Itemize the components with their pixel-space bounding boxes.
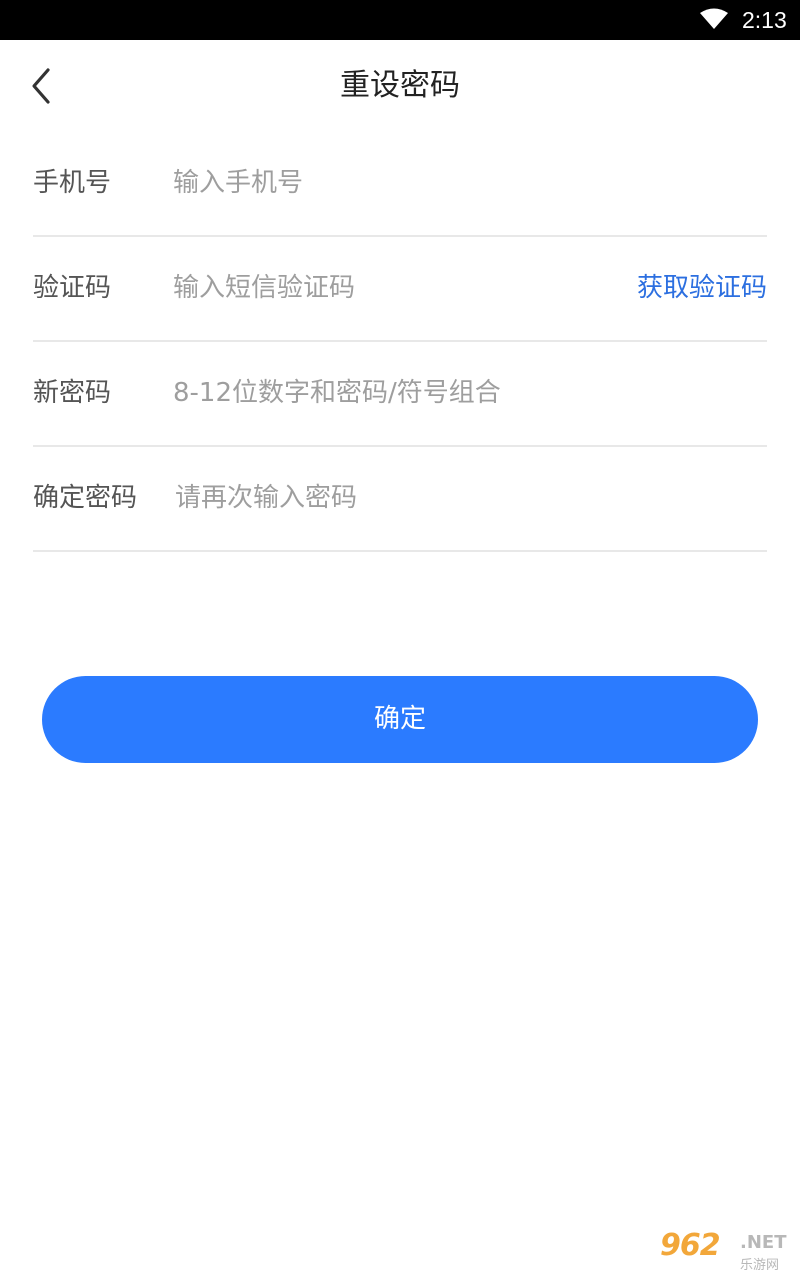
watermark-subtitle: 乐游网 [740,1258,780,1273]
new-password-label: 新密码 [33,378,112,408]
status-bar: 2:13 [0,0,800,40]
confirm-password-row: 确定密码 [33,446,767,552]
new-password-input[interactable] [173,371,613,415]
code-row: 验证码 获取验证码 [33,236,767,342]
phone-input[interactable] [173,161,613,205]
watermark-suffix: .NET [740,1232,787,1253]
app-bar: 重设密码 [0,40,800,132]
page-title: 重设密码 [340,68,460,103]
watermark-logo: 962 .NET 乐游网 [660,1228,794,1274]
confirm-button[interactable]: 确定 [42,676,758,763]
confirm-password-input[interactable] [175,476,615,520]
get-code-button[interactable]: 获取验证码 [637,236,767,340]
wifi-icon [700,8,728,30]
new-password-row: 新密码 [33,341,767,447]
phone-row: 手机号 [33,131,767,237]
confirm-password-label: 确定密码 [33,483,138,513]
sms-code-input[interactable] [173,266,473,310]
code-label: 验证码 [33,273,112,303]
status-time: 2:13 [742,7,787,33]
phone-label: 手机号 [33,168,112,198]
watermark-number: 962 [660,1228,721,1263]
